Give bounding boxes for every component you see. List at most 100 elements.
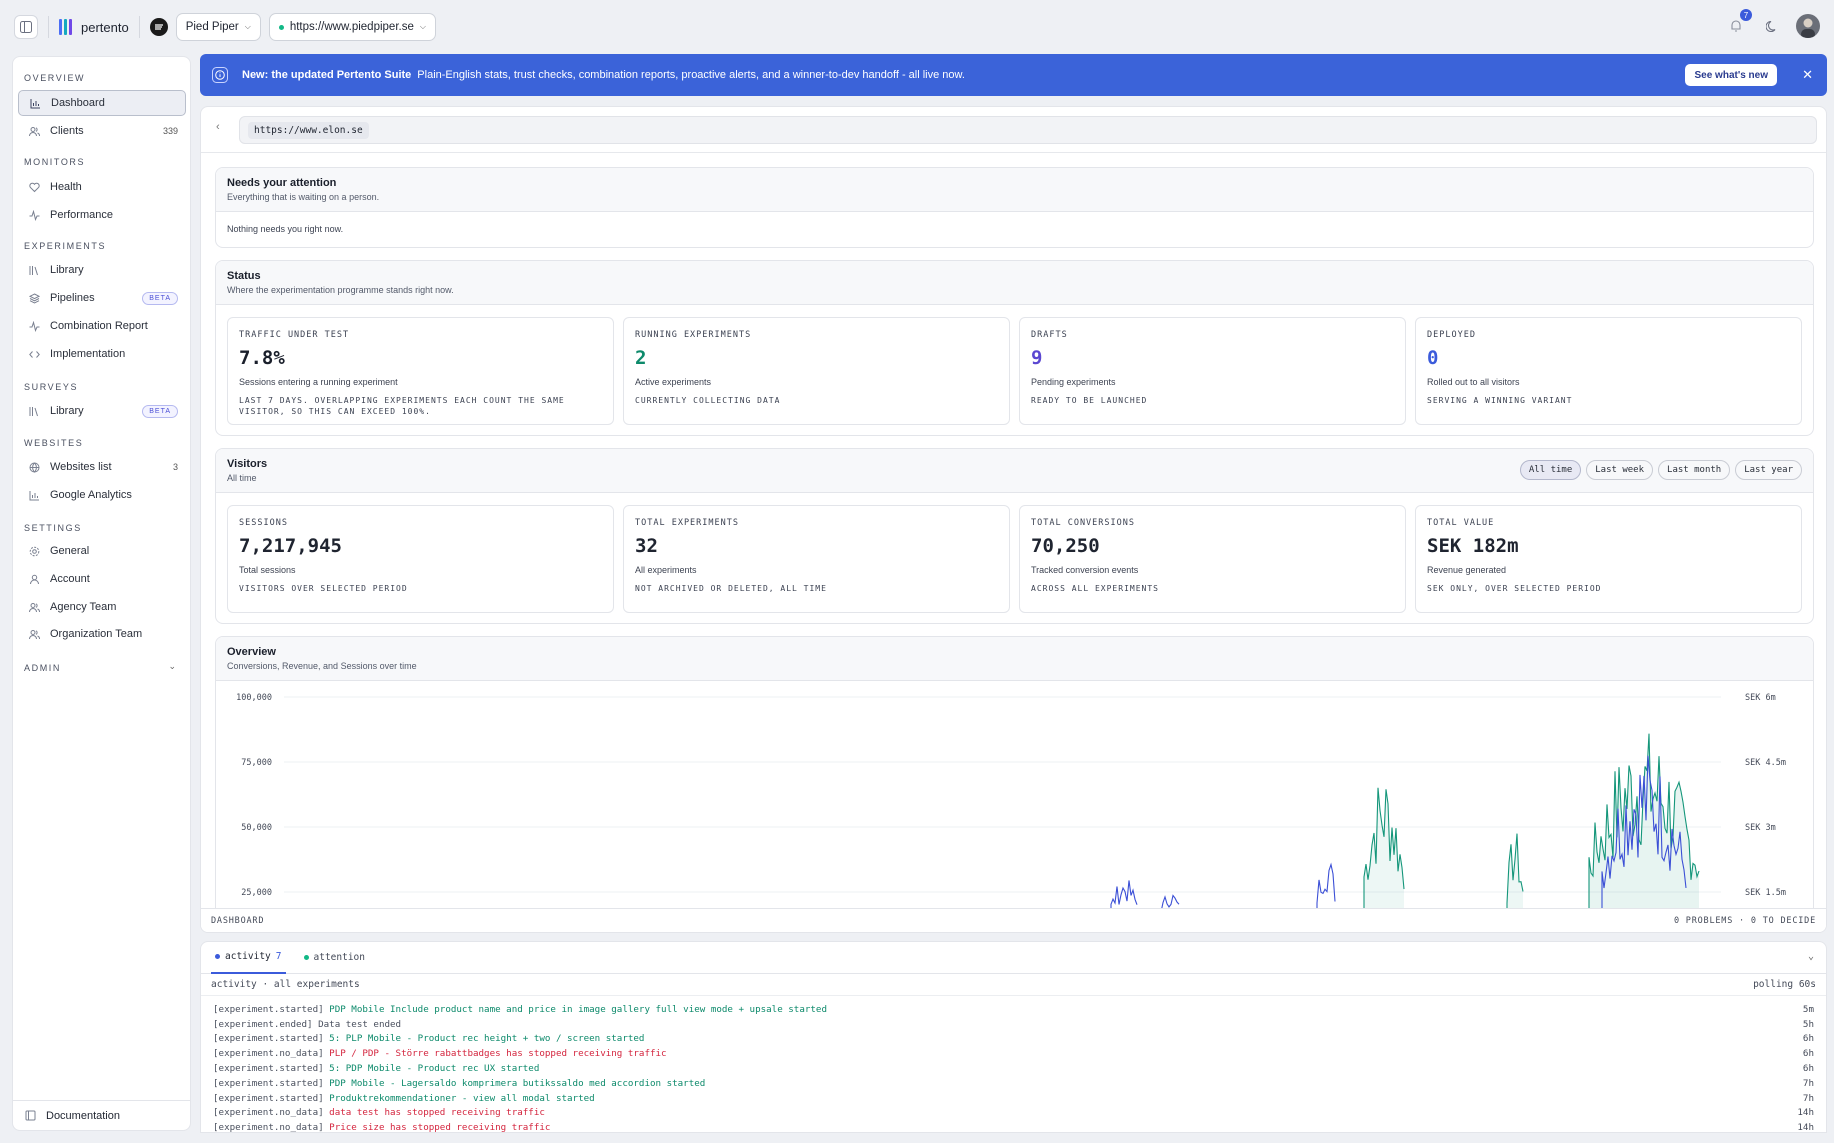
overview-chart: 100,000 SEK 6m 75,000 SEK 4.5m 50,000 SEK 3m 2… xyxy=(236,693,1786,916)
admin-section-toggle[interactable]: ADMIN ⌄ xyxy=(13,660,190,676)
sidebar: OVERVIEW Dashboard Clients 339 MONITORS … xyxy=(12,56,191,1131)
footer-problems-summary: 0 PROBLEMS · 0 TO DECIDE xyxy=(1673,915,1816,926)
clients-count: 339 xyxy=(162,126,178,136)
stat-value: 0 xyxy=(1427,347,1439,369)
url-field[interactable]: https://www.elon.se xyxy=(239,116,1817,144)
sidebar-item-agency-team[interactable]: Agency Team xyxy=(18,594,186,620)
status-card: Status Where the experimentation program… xyxy=(215,260,1814,436)
range-last-year[interactable]: Last year xyxy=(1735,460,1802,480)
log-row: [experiment.started] PDP Mobile Include … xyxy=(213,1002,1814,1017)
range-last-week[interactable]: Last week xyxy=(1586,460,1654,480)
sidebar-item-implementation[interactable]: Implementation xyxy=(18,341,186,367)
sidebar-item-label: Clients xyxy=(50,125,84,137)
sidebar-item-label: Agency Team xyxy=(50,601,117,613)
log-time: 5h xyxy=(1802,1018,1814,1030)
overview-subtitle: Conversions, Revenue, and Sessions over … xyxy=(227,661,417,671)
log-event-type: [experiment.started] xyxy=(213,1003,324,1015)
sidebar-item-account[interactable]: Account xyxy=(18,566,186,592)
stat-description: Revenue generated xyxy=(1427,565,1507,575)
theme-toggle-button[interactable] xyxy=(1760,14,1784,38)
log-row: [experiment.started] PDP Mobile - Lagers… xyxy=(213,1076,1814,1091)
collapse-chevron-icon[interactable]: ⌄ xyxy=(1808,951,1814,962)
sidebar-item-combination-report[interactable]: Combination Report xyxy=(18,313,186,339)
attention-card: Needs your attention Everything that is … xyxy=(215,167,1814,248)
notifications-button[interactable]: 7 xyxy=(1724,9,1752,38)
section-websites: WEBSITES xyxy=(24,438,84,448)
sidebar-item-performance[interactable]: Performance xyxy=(18,202,186,228)
y-left-tick-label: 25,000 xyxy=(241,888,272,898)
tab-count: 7 xyxy=(275,951,282,962)
sidebar-item-label: Websites list xyxy=(50,461,112,473)
sidebar-item-google-analytics[interactable]: Google Analytics xyxy=(18,482,186,508)
stat-label: DEPLOYED xyxy=(1427,330,1476,340)
y-left-tick-label: 100,000 xyxy=(236,693,272,703)
sidebar-item-experiment-library[interactable]: Library xyxy=(18,257,186,283)
see-whats-new-button[interactable]: See what's new xyxy=(1685,64,1777,86)
y-left-tick-label: 75,000 xyxy=(241,758,272,768)
announcement-banner: New: the updated Pertento Suite Plain-En… xyxy=(200,54,1827,96)
y-right-tick-label: SEK 1.5m xyxy=(1745,888,1786,898)
sidebar-item-organization-team[interactable]: Organization Team xyxy=(18,621,186,647)
documentation-label: Documentation xyxy=(46,1109,120,1122)
org-select[interactable]: Pied Piper ⌵ xyxy=(175,13,261,41)
range-all-time[interactable]: All time xyxy=(1519,460,1582,480)
layers-icon xyxy=(28,292,40,304)
activity-panel: activity 7 attention ⌄ activity · all ex… xyxy=(200,941,1827,1133)
sidebar-item-survey-library[interactable]: Library BETA xyxy=(18,398,186,424)
log-time: 6h xyxy=(1802,1063,1814,1075)
stat-total-conversions: TOTAL CONVERSIONS 70,250 Tracked convers… xyxy=(1019,505,1406,613)
sidebar-item-websites-list[interactable]: Websites list 3 xyxy=(18,454,186,480)
users-icon xyxy=(28,601,40,613)
documentation-link[interactable]: Documentation xyxy=(13,1100,190,1130)
conversions-series-area xyxy=(1507,833,1523,916)
tab-activity[interactable]: activity 7 xyxy=(211,942,286,974)
library-icon xyxy=(28,264,40,276)
sidebar-item-pipelines[interactable]: Pipelines BETA xyxy=(18,285,186,311)
section-monitors: MONITORS xyxy=(24,157,86,167)
activity-subheader: activity · all experiments polling 60s xyxy=(201,974,1826,996)
log-event-type: [experiment.started] xyxy=(213,1033,324,1045)
log-time: 7h xyxy=(1802,1092,1814,1104)
range-last-month[interactable]: Last month xyxy=(1658,460,1731,480)
log-event-type: [experiment.no_data] xyxy=(213,1107,324,1119)
sidebar-item-clients[interactable]: Clients 339 xyxy=(18,118,186,144)
log-message: PDP Mobile Include product name and pric… xyxy=(323,1003,827,1015)
tab-attention[interactable]: attention xyxy=(300,942,369,974)
log-message: PLP / PDP - Större rabattbadges has stop… xyxy=(323,1048,667,1060)
book-icon xyxy=(25,1110,36,1121)
sidebar-item-label: Google Analytics xyxy=(50,489,132,501)
code-icon xyxy=(28,348,40,360)
info-icon xyxy=(212,67,228,83)
log-event-type: [experiment.started] xyxy=(213,1077,324,1089)
tab-label: attention xyxy=(313,952,365,963)
moon-icon xyxy=(1765,20,1775,32)
log-event-type: [experiment.ended] xyxy=(213,1018,313,1030)
user-icon xyxy=(28,573,40,585)
status-title: Status xyxy=(227,270,261,282)
log-event-type: [experiment.no_data] xyxy=(213,1122,324,1133)
log-row: [experiment.no_data] data test has stopp… xyxy=(213,1106,1814,1121)
log-row: [experiment.no_data] PLP / PDP - Större … xyxy=(213,1046,1814,1061)
sidebar-item-label: Account xyxy=(50,573,90,585)
stat-value: SEK 182m xyxy=(1427,535,1519,557)
y-right-tick-label: SEK 4.5m xyxy=(1745,758,1786,768)
avatar[interactable] xyxy=(1796,14,1820,38)
log-message: Price size has stopped receiving traffic xyxy=(323,1122,551,1133)
sidebar-item-health[interactable]: Health xyxy=(18,174,186,200)
sidebar-item-label: General xyxy=(50,545,90,557)
stat-label: TOTAL VALUE xyxy=(1427,518,1495,528)
activity-icon xyxy=(28,209,40,221)
back-chevron-icon[interactable]: ‹ xyxy=(216,121,220,133)
stat-note: CURRENTLY COLLECTING DATA xyxy=(635,396,781,405)
site-select[interactable]: https://www.piedpiper.se ⌵ xyxy=(268,13,436,41)
sidebar-icon xyxy=(20,21,32,33)
stat-traffic-under-test: TRAFFIC UNDER TEST 7.8% Sessions enterin… xyxy=(227,317,614,425)
beta-badge: BETA xyxy=(142,404,178,418)
activity-tabs: activity 7 attention ⌄ xyxy=(201,942,1826,974)
log-message: Data test ended xyxy=(312,1018,402,1030)
toggle-sidebar-button[interactable] xyxy=(14,15,38,39)
close-icon[interactable]: ✕ xyxy=(1802,67,1813,83)
sidebar-item-general[interactable]: General xyxy=(18,538,186,564)
sidebar-item-dashboard[interactable]: Dashboard xyxy=(18,90,186,116)
attention-subtitle: Everything that is waiting on a person. xyxy=(227,192,380,202)
